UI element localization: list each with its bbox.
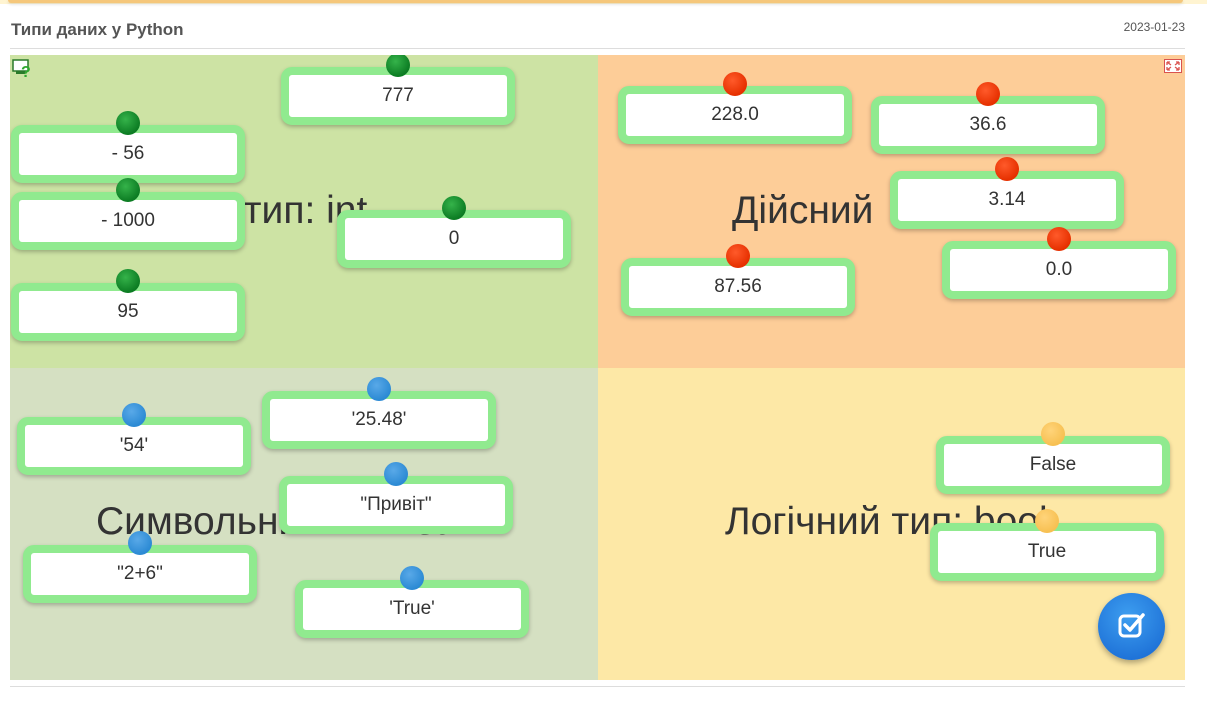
card-label: "Привіт"	[360, 494, 432, 515]
card-label: 95	[117, 301, 139, 322]
pin-icon	[367, 377, 391, 401]
card-label: '25.48'	[351, 409, 407, 430]
pin-icon	[723, 72, 747, 96]
pin-icon	[128, 531, 152, 555]
pin-icon	[122, 403, 146, 427]
help-icon[interactable]: ?	[12, 58, 34, 78]
pin-icon	[386, 55, 410, 77]
pin-icon	[116, 269, 140, 293]
card-36-6[interactable]: 36.6	[871, 82, 1105, 154]
card-label: 87.56	[714, 276, 762, 297]
page-title: Типи даних у Python	[11, 20, 184, 39]
card-0-0[interactable]: 0.0	[942, 227, 1176, 299]
pin-icon	[400, 566, 424, 590]
card-label: False	[1029, 454, 1077, 475]
pin-icon	[116, 178, 140, 202]
card-3-14[interactable]: 3.14	[890, 157, 1124, 229]
card-777[interactable]: 777	[281, 55, 515, 125]
card-label: 228.0	[711, 104, 759, 125]
card-label: 'True'	[389, 598, 435, 619]
card-str-25-48[interactable]: '25.48'	[262, 377, 496, 449]
card-87-56[interactable]: 87.56	[621, 244, 855, 316]
svg-text:?: ?	[21, 64, 31, 78]
pin-icon	[442, 196, 466, 220]
card-str-2-plus-6[interactable]: "2+6"	[23, 531, 257, 603]
pin-icon	[1035, 509, 1059, 533]
card-95[interactable]: 95	[11, 269, 245, 341]
card-label: '54'	[119, 435, 149, 456]
top-bar-edge	[8, 0, 1183, 3]
card-228-0[interactable]: 228.0	[618, 72, 852, 144]
pin-icon	[995, 157, 1019, 181]
category-label-float: Дійсний	[732, 189, 874, 232]
bottom-divider	[10, 686, 1185, 687]
expand-icon[interactable]	[1164, 59, 1182, 73]
pin-icon	[384, 462, 408, 486]
card-str-true[interactable]: 'True'	[295, 566, 529, 638]
card-false[interactable]: False	[936, 422, 1170, 494]
card-label: True	[1027, 541, 1067, 562]
check-icon	[1118, 613, 1145, 638]
check-button[interactable]	[1098, 593, 1165, 660]
pin-icon	[726, 244, 750, 268]
title-row: Типи даних у Python 2023-01-23	[10, 20, 1185, 49]
card-label: 777	[382, 85, 414, 106]
page-date: 2023-01-23	[1123, 20, 1185, 34]
pin-icon	[976, 82, 1000, 106]
card-label: 36.6	[969, 114, 1007, 135]
pin-icon	[1047, 227, 1071, 251]
card-minus-56[interactable]: - 56	[11, 111, 245, 183]
card-label: 0.0	[1045, 259, 1073, 280]
pin-icon	[1041, 422, 1065, 446]
card-label: "2+6"	[117, 563, 163, 584]
card-0[interactable]: 0	[337, 196, 571, 268]
pin-icon	[116, 111, 140, 135]
card-str-privit[interactable]: "Привіт"	[279, 462, 513, 534]
card-minus-1000[interactable]: - 1000	[11, 178, 245, 250]
sorting-board: Цілий тип: int Дійсний Символьний тип: s…	[10, 55, 1185, 680]
card-label: 3.14	[988, 189, 1026, 210]
card-label: 0	[448, 228, 460, 249]
card-str-54[interactable]: '54'	[17, 403, 251, 475]
card-label: - 56	[111, 143, 145, 164]
card-true[interactable]: True	[930, 509, 1164, 581]
card-label: - 1000	[101, 210, 155, 231]
